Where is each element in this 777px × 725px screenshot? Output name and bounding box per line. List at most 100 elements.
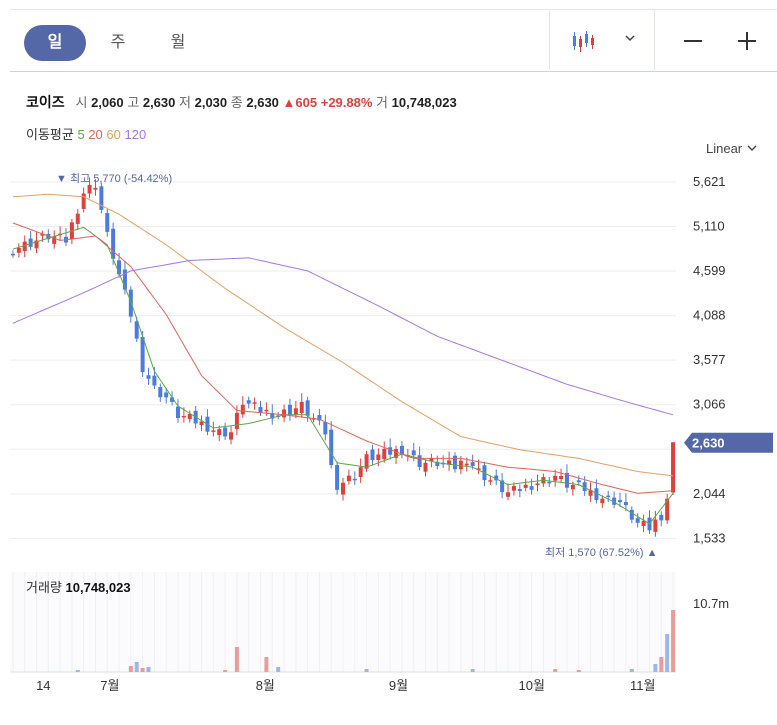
x-tick-label: 9월 xyxy=(389,678,408,693)
candle-body xyxy=(323,422,328,435)
y-tick-label: 1,533 xyxy=(693,530,726,545)
moving-average-legend: 이동평균 5 20 60 120 xyxy=(26,124,146,143)
open-price: 2,060 xyxy=(91,95,124,110)
candle-body xyxy=(305,400,310,416)
candle-body xyxy=(417,455,422,467)
price-change-pct: +29.88% xyxy=(320,95,373,110)
price-change: ▲605 xyxy=(282,95,318,110)
candle xyxy=(382,441,387,463)
candle-body xyxy=(164,392,169,398)
candle-body xyxy=(470,462,475,467)
high-price: 2,630 xyxy=(142,95,176,110)
candle-body xyxy=(671,442,676,493)
candle-body xyxy=(240,404,245,415)
x-tick-label: 10월 xyxy=(518,678,544,693)
candle xyxy=(452,452,457,473)
candle xyxy=(158,383,163,403)
high-annotation: ▼ 최고 5,770 (-54.42%) xyxy=(56,172,172,185)
price-summary: 코이즈 시 2,060 고 2,630 저 2,030 종 2,630 ▲605… xyxy=(26,94,457,110)
candle xyxy=(199,415,204,432)
candle xyxy=(671,442,676,496)
candle-body xyxy=(458,460,463,470)
candle-body xyxy=(152,375,157,386)
ma-120-label: 120 xyxy=(124,127,147,142)
candle-body xyxy=(547,481,552,484)
candle xyxy=(293,400,298,419)
candle-body xyxy=(128,289,133,317)
candle xyxy=(10,250,15,258)
candle xyxy=(28,231,33,251)
candle xyxy=(211,421,216,437)
candle xyxy=(447,451,452,471)
candle xyxy=(258,400,263,417)
candle xyxy=(523,478,528,492)
candle xyxy=(341,477,345,501)
zoom-in-button[interactable] xyxy=(732,26,762,56)
stock-name: 코이즈 xyxy=(26,94,65,110)
candle xyxy=(205,409,210,436)
candle-body xyxy=(217,429,222,436)
candle-body xyxy=(28,238,33,247)
volume-bar xyxy=(659,657,664,672)
candle xyxy=(641,514,646,533)
candle-body xyxy=(382,448,387,460)
volume-bar xyxy=(276,667,281,672)
volume-bar xyxy=(470,669,475,672)
candle-body xyxy=(181,415,186,418)
candle xyxy=(346,469,351,485)
y-tick-label: 5,621 xyxy=(693,174,726,189)
candle xyxy=(105,208,110,237)
candle-body xyxy=(659,514,664,521)
candle xyxy=(16,243,21,258)
y-tick-label: 3,577 xyxy=(693,352,726,367)
low-price: 2,030 xyxy=(194,95,228,110)
candle-body xyxy=(75,213,80,224)
candle-body xyxy=(258,407,263,413)
y-tick-label: 3,066 xyxy=(693,397,726,412)
ma-60-label: 60 xyxy=(106,127,121,142)
candle xyxy=(223,422,228,440)
zoom-out-button[interactable] xyxy=(678,26,708,56)
candle xyxy=(659,511,664,527)
candle-body xyxy=(553,475,558,481)
candle-body xyxy=(506,492,511,497)
candle xyxy=(282,404,287,423)
candle-body xyxy=(81,193,86,209)
volume-bar xyxy=(665,634,670,672)
candle xyxy=(270,404,275,425)
candlestick-icon[interactable] xyxy=(570,30,600,54)
period-tab-month[interactable]: 월 xyxy=(158,25,198,61)
period-tab-day[interactable]: 일 xyxy=(24,25,86,61)
period-tab-week[interactable]: 주 xyxy=(98,25,138,61)
volume-bar xyxy=(146,667,151,672)
candle-body xyxy=(10,253,15,256)
candle xyxy=(317,408,322,426)
candle-body xyxy=(299,401,304,413)
candle-body xyxy=(335,465,340,490)
low-annotation: 최저 1,570 (67.52%) ▲ xyxy=(545,546,657,559)
candle-body xyxy=(252,402,257,404)
candle-body xyxy=(464,463,469,466)
candle xyxy=(399,441,404,459)
scale-selector[interactable]: Linear xyxy=(706,141,758,156)
candle-body xyxy=(16,247,21,253)
candle xyxy=(329,420,334,469)
candle xyxy=(370,444,375,465)
candle-body xyxy=(452,455,457,470)
y-tick-label: 2,044 xyxy=(693,486,726,501)
candle-body xyxy=(370,449,375,461)
candle-body xyxy=(529,486,534,490)
candle-body xyxy=(523,484,528,488)
ma-20-line xyxy=(12,222,674,494)
candle-body xyxy=(87,184,92,194)
candle xyxy=(246,396,251,409)
candle xyxy=(564,464,569,493)
candle xyxy=(99,182,104,214)
candle xyxy=(81,187,86,213)
candle-body xyxy=(535,483,540,486)
chevron-down-icon[interactable] xyxy=(622,30,638,46)
volume-bar xyxy=(629,669,634,672)
x-tick-label: 8월 xyxy=(256,678,275,693)
candle xyxy=(629,506,634,524)
candle xyxy=(229,426,234,445)
